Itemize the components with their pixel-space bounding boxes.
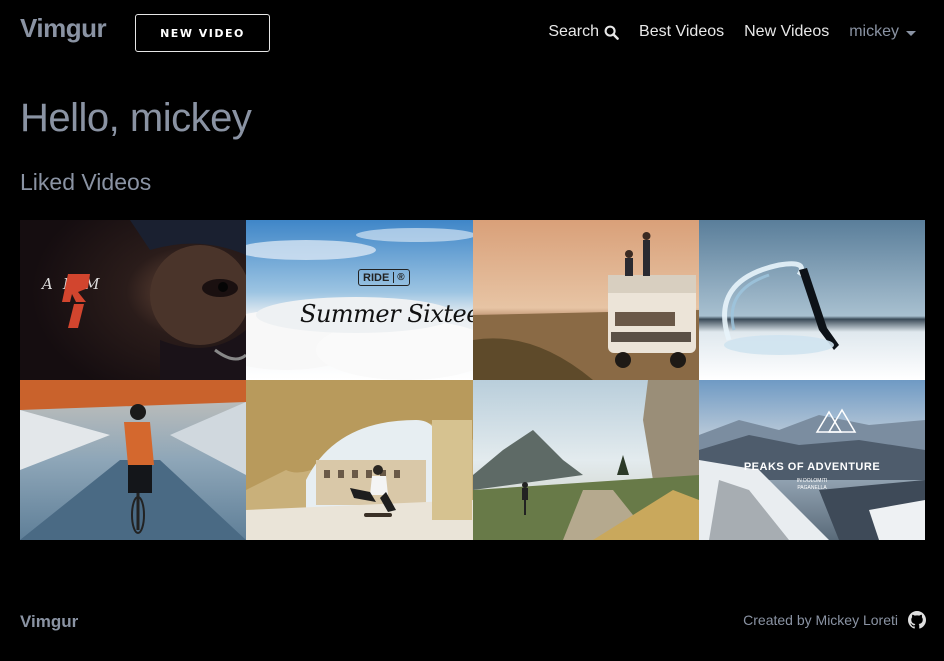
search-icon bbox=[604, 25, 619, 40]
thumb-title: PEAKS OF ADVENTURE bbox=[743, 461, 881, 473]
video-thumbnail-image bbox=[246, 380, 473, 540]
nav-links: Search Best Videos New Videos mickey bbox=[548, 20, 916, 44]
ride-badge-text: RIDE bbox=[363, 271, 390, 284]
ride-badge: RIDE ® bbox=[358, 269, 410, 286]
video-thumbnail[interactable] bbox=[20, 380, 246, 540]
github-icon[interactable] bbox=[908, 611, 926, 629]
liked-videos-grid: ARM 1 RIDE ® Summe bbox=[20, 220, 925, 540]
new-video-button[interactable]: NEW VIDEO bbox=[135, 14, 270, 52]
video-thumbnail[interactable] bbox=[473, 220, 699, 380]
video-thumbnail-image bbox=[473, 220, 699, 380]
footer-credit-text: Created by Mickey Loreti bbox=[743, 612, 898, 628]
footer-credit: Created by Mickey Loreti bbox=[743, 611, 926, 629]
nav-search-link[interactable]: Search bbox=[548, 23, 619, 41]
video-thumbnail[interactable] bbox=[246, 380, 473, 540]
caret-down-icon bbox=[906, 30, 916, 36]
arm-logo-mark bbox=[60, 272, 96, 328]
brand-logo[interactable]: Vimgur bbox=[20, 13, 107, 44]
user-menu-label: mickey bbox=[849, 23, 899, 40]
liked-videos-heading: Liked Videos bbox=[20, 169, 152, 195]
thumb-sub1: IN DOLOMITI bbox=[796, 478, 828, 484]
thumb-digit: 1 bbox=[80, 306, 81, 307]
navbar: Vimgur NEW VIDEO Search Best Videos New … bbox=[0, 0, 944, 62]
ride-badge-mark: ® bbox=[393, 272, 405, 283]
nav-search-label: Search bbox=[548, 23, 600, 40]
footer-brand[interactable]: Vimgur bbox=[20, 612, 78, 632]
video-thumbnail-image bbox=[699, 220, 925, 380]
video-thumbnail[interactable] bbox=[473, 380, 699, 540]
video-thumbnail-image bbox=[699, 380, 925, 540]
video-thumbnail[interactable]: ARM 1 bbox=[20, 220, 246, 380]
video-thumbnail[interactable]: RIDE ® Summer Sixteen bbox=[246, 220, 473, 380]
video-thumbnail[interactable]: PEAKS OF ADVENTURE IN DOLOMITI PAGANELLA bbox=[699, 380, 925, 540]
nav-new-videos-link[interactable]: New Videos bbox=[744, 23, 829, 41]
thumb-sub2: PAGANELLA bbox=[797, 485, 827, 491]
video-thumbnail-image bbox=[20, 380, 246, 540]
page-title: Hello, mickey bbox=[20, 96, 252, 140]
video-thumbnail-image bbox=[473, 380, 699, 540]
user-menu[interactable]: mickey bbox=[849, 23, 916, 41]
video-thumbnail-image bbox=[20, 220, 246, 380]
thumb-script-title: Summer Sixteen bbox=[300, 300, 473, 328]
video-thumbnail[interactable] bbox=[699, 220, 925, 380]
nav-best-videos-link[interactable]: Best Videos bbox=[639, 23, 724, 41]
